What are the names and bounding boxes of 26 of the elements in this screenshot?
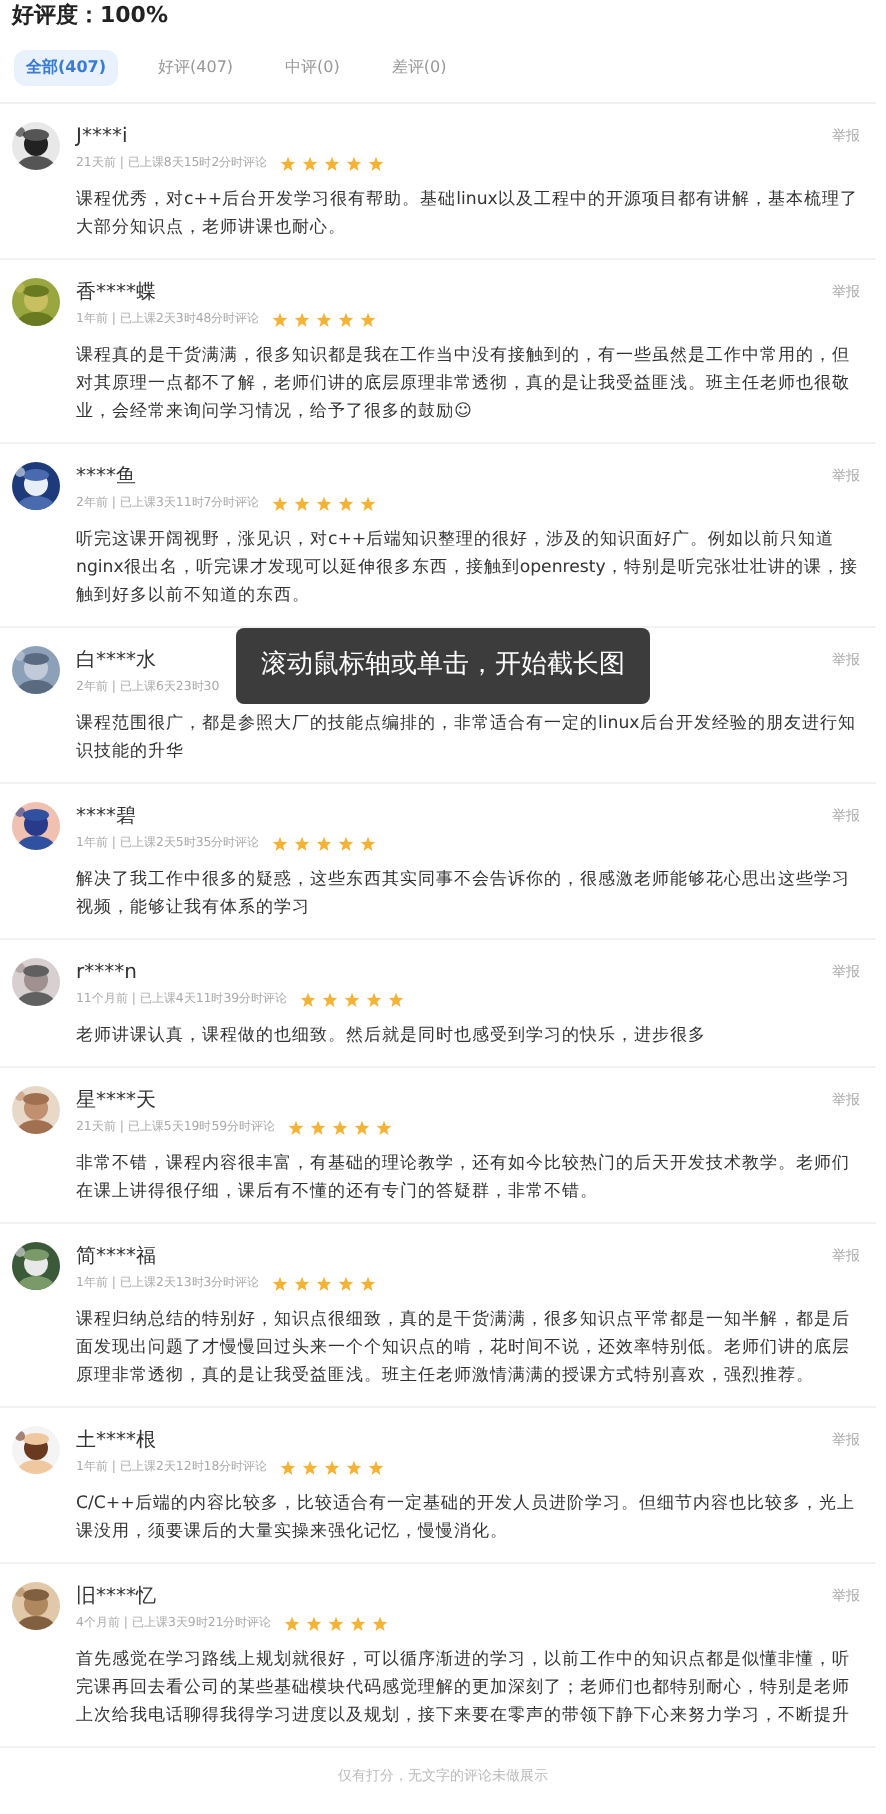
user-name: ****鱼 [76,464,136,490]
review-text: 首先感觉在学习路线上规划就很好，可以循序渐进的学习，以前工作中的知识点都是似懂非懂，听完课再回去看公司的某些基础模块代码感觉理解的更加深刻了；老师们也都特别耐心，特别是老师上次给我电话聊得我得学习进度以及规划，接下来要在零声的带领下静下心来努力学习，不断提升 [76,1650,850,1726]
user-name: ****碧 [76,804,136,830]
review-text: 课程范围很广，都是参照大厂的技能点编排的，非常适合有一定的linux后台开发经验的朋友进行知识技能的升华 [76,714,856,762]
filter-tab[interactable]: 全部(407) [14,50,119,86]
user-name: 星****天 [76,1088,156,1114]
review-text: 解决了我工作中很多的疑惑，这些东西其实同事不会告诉你的，很感激老师能够花心思出这些学习视频，能够让我有体系的学习 [76,870,850,918]
user-name: 白****水 [76,647,156,674]
user-name: 香****蝶 [76,279,156,306]
review-text: 老师讲课认真，课程做的也细致。然后就是同时也感受到学习的快乐，进步很多 [76,1026,706,1046]
toast-message: 滚动鼠标轴或单击，开始截长图 [236,628,650,704]
user-name: 土****根 [76,1427,156,1454]
filter-tab[interactable]: 好评(407) [146,50,246,86]
rating-summary: 好评度：100% [9,0,170,30]
review-text: 非常不错，课程内容很丰富，有基础的理论教学，还有如今比较热门的后天开发技术教学。老师们在课上讲得很仔细，课后有不懂的还有专门的答疑群，非常不错。 [76,1154,850,1202]
review-text: C/C++后端的内容比较多，比较适合有一定基础的开发人员进阶学习。但细节内容也比较多，光上课没用，须要课后的大量实操来强化记忆，慢慢消化。 [76,1494,855,1542]
review-text: 听完这课开阔视野，涨见识，对c++后端知识整理的很好，涉及的知识面好广。例如以前只知道nginx很出名，听完课才发现可以延伸很多东西，接触到openresty，特别是听完张壮壮讲的课，接触到好多以前不知道的东西。 [76,530,858,606]
review-text: 课程归纳总结的特别好，知识点很细致，真的是干货满满，很多知识点平常都是一知半解，都是后面发现出问题了才慢慢回过头来一个个知识点的啃，花时间不说，还效率特别低。老师们讲的底层原理非常透彻，真的是让我受益匪浅。班主任老师激情满满的授课方式特别喜欢，强烈推荐。 [76,1310,850,1386]
user-name: J****i [76,125,128,147]
filter-tab[interactable]: 差评(0) [379,50,459,86]
review-text: 课程真的是干货满满，很多知识都是我在工作当中没有接触到的，有一些虽然是工作中常用的，但对其原理一点都不了解，老师们讲的底层原理非常透彻，真的是让我受益匪浅。班主任老师也很敬业，会经常来询问学习情况，给予了很多的鼓励☺ [76,346,850,422]
user-name: 简****福 [76,1243,156,1270]
user-name: 旧****忆 [76,1583,156,1610]
review-text: 课程优秀，对c++后台开发学习很有帮助。基础linux以及工程中的开源项目都有讲解，基本梳理了大部分知识点，老师讲课也耐心。 [76,190,858,238]
filter-tab[interactable]: 中评(0) [273,50,352,86]
user-name: r****n [76,961,137,983]
